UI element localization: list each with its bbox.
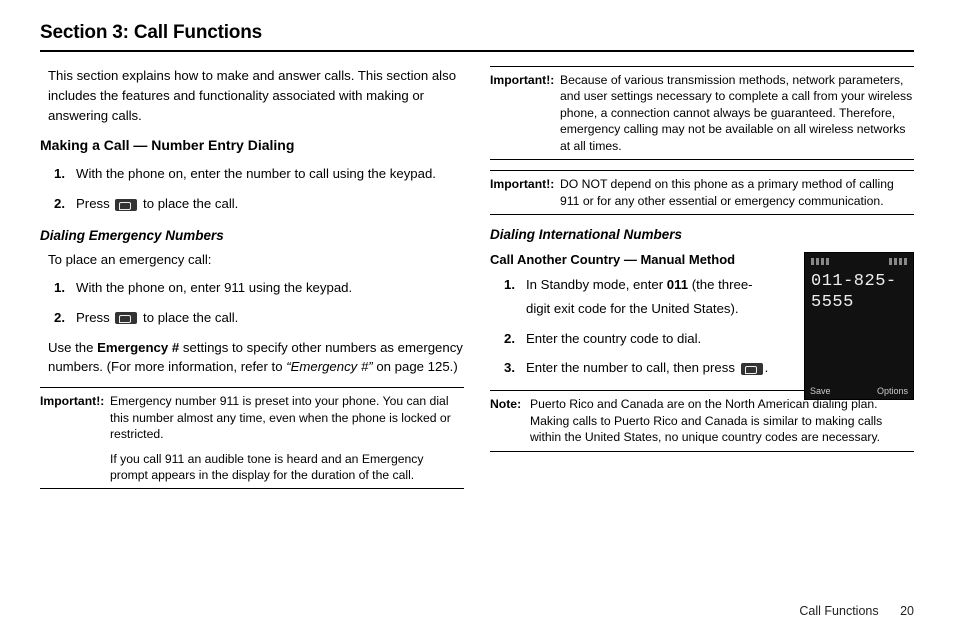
important-note-911-preset: Important!: Emergency number 911 is pres… <box>40 387 464 489</box>
step-number: 2. <box>54 306 76 330</box>
battery-icon <box>889 258 907 265</box>
send-key-icon <box>741 363 763 375</box>
heading-international: Dialing International Numbers <box>490 225 914 245</box>
note-body: DO NOT depend on this phone as a primary… <box>560 176 914 209</box>
note-extra: If you call 911 an audible tone is heard… <box>110 451 464 484</box>
heading-emergency-numbers: Dialing Emergency Numbers <box>40 226 464 246</box>
important-note-transmission: Important!: Because of various transmiss… <box>490 66 914 160</box>
step-body: With the phone on, enter 911 using the k… <box>76 276 464 300</box>
signal-icon <box>811 258 829 265</box>
heading-making-a-call: Making a Call — Number Entry Dialing <box>40 135 464 156</box>
note-label: Note: <box>490 396 530 445</box>
step-number: 1. <box>54 276 76 300</box>
note-label: Important!: <box>490 72 560 154</box>
steps-number-entry: 1. With the phone on, enter the number t… <box>54 162 464 216</box>
note-body: Emergency number 911 is preset into your… <box>110 393 464 442</box>
list-item: 2. Press to place the call. <box>54 306 464 330</box>
softkey-left: Save <box>810 385 831 399</box>
steps-international: 1. In Standby mode, enter 011 (the three… <box>504 273 770 380</box>
intro-text: This section explains how to make and an… <box>48 66 464 125</box>
step-number: 2. <box>54 192 76 216</box>
step-body: Press to place the call. <box>76 192 464 216</box>
note-label: Important!: <box>40 393 110 442</box>
softkey-right: Options <box>877 385 908 399</box>
step-body: Press to place the call. <box>76 306 464 330</box>
emergency-settings-note: Use the Emergency # settings to specify … <box>48 338 464 378</box>
page-footer: Call Functions 20 <box>799 604 914 618</box>
section-title: Section 3: Call Functions <box>40 22 914 52</box>
phone-display: 011-825- 5555 <box>809 269 909 385</box>
step-number: 3. <box>504 356 526 380</box>
note-body: Because of various transmission methods,… <box>560 72 914 154</box>
emergency-intro: To place an emergency call: <box>48 250 464 270</box>
step-number: 2. <box>504 327 526 351</box>
phone-number-line2: 5555 <box>811 292 907 313</box>
step-body: In Standby mode, enter 011 (the three-di… <box>526 273 770 321</box>
list-item: 3. Enter the number to call, then press … <box>504 356 770 380</box>
phone-screenshot: 011-825- 5555 Save Options <box>804 252 914 400</box>
phone-status-bar <box>809 257 909 267</box>
step-body: With the phone on, enter the number to c… <box>76 162 464 186</box>
page-number: 20 <box>900 604 914 618</box>
right-column: Important!: Because of various transmiss… <box>490 66 914 499</box>
step-body: Enter the number to call, then press . <box>526 356 770 380</box>
phone-number-line1: 011-825- <box>811 271 907 292</box>
heading-manual-method: Call Another Country — Manual Method <box>490 250 770 270</box>
list-item: 1. With the phone on, enter the number t… <box>54 162 464 186</box>
phone-softkeys: Save Options <box>809 385 909 399</box>
list-item: 1. In Standby mode, enter 011 (the three… <box>504 273 770 321</box>
content-columns: This section explains how to make and an… <box>40 66 914 499</box>
international-section: Call Another Country — Manual Method 1. … <box>490 250 914 381</box>
step-body: Enter the country code to dial. <box>526 327 770 351</box>
important-note-do-not-depend: Important!: DO NOT depend on this phone … <box>490 170 914 215</box>
left-column: This section explains how to make and an… <box>40 66 464 499</box>
send-key-icon <box>115 312 137 324</box>
steps-emergency: 1. With the phone on, enter 911 using th… <box>54 276 464 330</box>
step-number: 1. <box>504 273 526 321</box>
send-key-icon <box>115 199 137 211</box>
list-item: 2. Enter the country code to dial. <box>504 327 770 351</box>
note-label: Important!: <box>490 176 560 209</box>
footer-section-label: Call Functions <box>799 604 878 618</box>
note-body: Puerto Rico and Canada are on the North … <box>530 396 914 445</box>
list-item: 2. Press to place the call. <box>54 192 464 216</box>
list-item: 1. With the phone on, enter 911 using th… <box>54 276 464 300</box>
step-number: 1. <box>54 162 76 186</box>
